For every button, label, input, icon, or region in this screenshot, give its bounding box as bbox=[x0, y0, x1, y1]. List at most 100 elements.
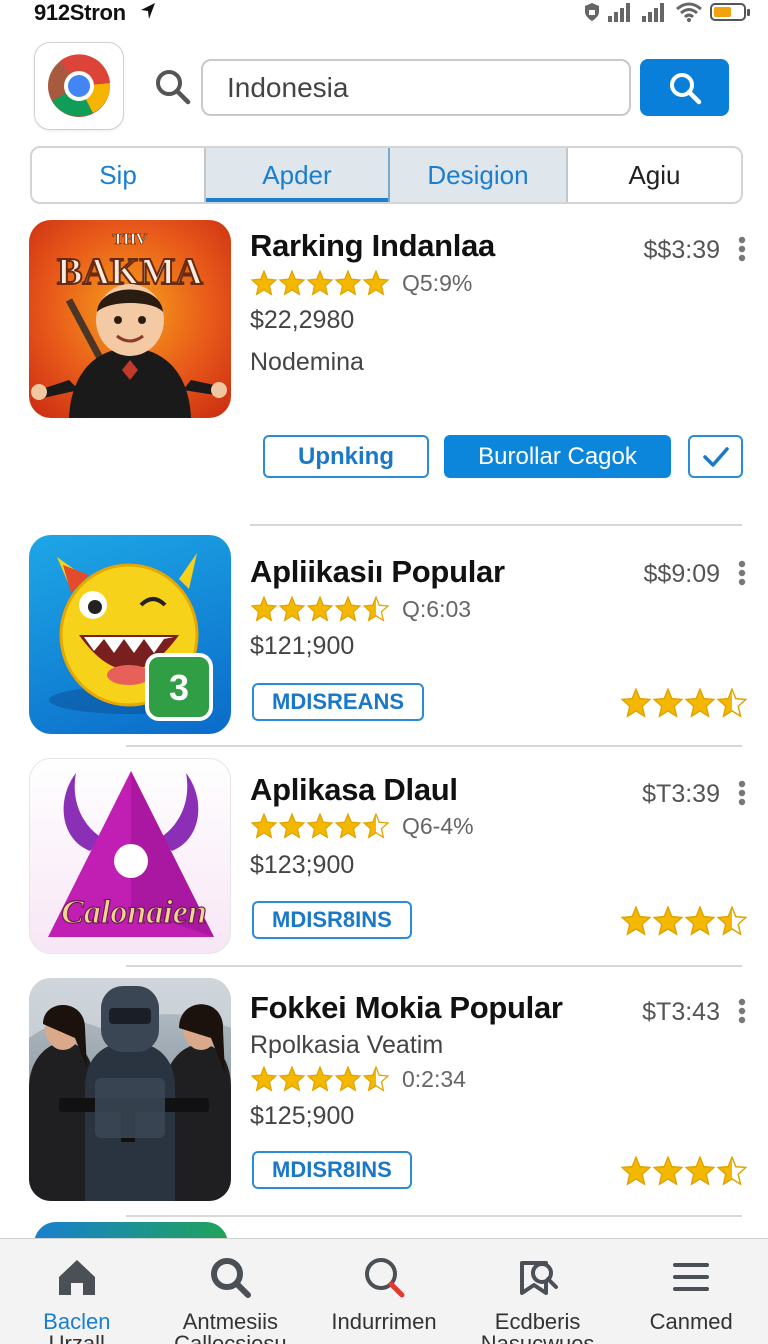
secondary-rating-stars bbox=[620, 906, 748, 936]
secondary-rating bbox=[620, 1156, 748, 1186]
search-red-icon bbox=[364, 1258, 405, 1298]
star-icon bbox=[652, 688, 684, 718]
nav-sublabel: Callecsiesu bbox=[174, 1331, 287, 1344]
star-icon bbox=[306, 813, 334, 839]
nav-item-search[interactable]: Antmesiis Callecsiesu bbox=[154, 1239, 308, 1344]
horned-triangle-logo: Calonaien bbox=[48, 771, 214, 937]
star-icon bbox=[306, 1066, 334, 1092]
star-icon bbox=[334, 270, 362, 296]
nav-sublabel: Urzall bbox=[48, 1331, 105, 1344]
secondary-rating-stars bbox=[620, 688, 748, 718]
app-tag[interactable]: MDISR8INS bbox=[252, 901, 412, 939]
app-price: $T3:43 bbox=[642, 998, 720, 1026]
nav-item-home[interactable]: Baclen Urzall bbox=[0, 1239, 154, 1344]
app-title[interactable]: Fokkei Mokia Popular bbox=[250, 990, 563, 1026]
status-icons bbox=[584, 0, 750, 24]
rating: Q:6:03 bbox=[250, 596, 471, 622]
secondary-rating-stars bbox=[620, 1156, 748, 1186]
rating-stars bbox=[250, 813, 390, 839]
search-input[interactable] bbox=[201, 59, 631, 116]
app-amount: $125;900 bbox=[250, 1102, 355, 1130]
star-icon bbox=[334, 596, 362, 622]
signal-icon-2 bbox=[642, 3, 664, 22]
more-vertical-icon[interactable] bbox=[738, 998, 746, 1024]
divider bbox=[126, 965, 742, 967]
tab-agiu[interactable]: Agiu bbox=[568, 148, 741, 202]
nav-item-menu[interactable]: Canmed bbox=[614, 1239, 768, 1344]
divider bbox=[126, 745, 742, 747]
rating-stars bbox=[250, 596, 390, 622]
app-thumbnail[interactable]: Calonaien bbox=[29, 758, 231, 954]
rating-text: Q6-4% bbox=[402, 812, 474, 839]
more-vertical-icon[interactable] bbox=[738, 236, 746, 262]
soldiers-illustration bbox=[29, 978, 231, 1201]
more-vertical-icon[interactable] bbox=[738, 560, 746, 586]
tab-desigion[interactable]: Desigion bbox=[388, 148, 568, 202]
search-icon[interactable] bbox=[154, 68, 192, 106]
browser-app-icon[interactable] bbox=[34, 42, 124, 130]
nav-item-saved[interactable]: Ecdberis Nasucwues bbox=[461, 1239, 615, 1344]
star-icon bbox=[306, 270, 334, 296]
app-price: $T3:39 bbox=[642, 780, 720, 808]
app-thumbnail[interactable]: THV BAKMA bbox=[29, 220, 231, 418]
star-icon bbox=[306, 596, 334, 622]
checkbox[interactable] bbox=[688, 435, 743, 478]
burollar-cagok-button[interactable]: Burollar Cagok bbox=[444, 435, 671, 478]
category-tabs: Sip Apder Desigion Agiu bbox=[30, 146, 743, 204]
chrome-logo-icon bbox=[47, 54, 111, 117]
nav-sublabel: Nasucwues bbox=[480, 1331, 595, 1344]
app-subtitle: Nodemina bbox=[250, 348, 364, 376]
star-icon bbox=[620, 1156, 652, 1186]
app-tag[interactable]: MDISR8INS bbox=[252, 1151, 412, 1189]
rating-stars bbox=[250, 270, 390, 296]
app-thumbnail[interactable] bbox=[29, 978, 231, 1201]
divider bbox=[250, 524, 742, 526]
star-icon bbox=[652, 906, 684, 936]
star-icon bbox=[250, 270, 278, 296]
search-icon bbox=[211, 1258, 252, 1298]
app-tag[interactable]: MDISREANS bbox=[252, 683, 425, 721]
tab-apder[interactable]: Apder bbox=[204, 148, 388, 202]
star-icon bbox=[334, 1066, 362, 1092]
star-icon bbox=[334, 813, 362, 839]
home-icon bbox=[58, 1260, 95, 1295]
app-thumbnail[interactable]: 3 bbox=[29, 535, 231, 734]
search-icon bbox=[669, 72, 701, 104]
thumb-badge: 3 bbox=[169, 667, 189, 708]
star-icon bbox=[684, 906, 716, 936]
upnking-button[interactable]: Upnking bbox=[263, 435, 429, 478]
nav-label: Indurrimen bbox=[331, 1309, 437, 1334]
app-amount: $121;900 bbox=[250, 632, 355, 660]
app-amount: $123;900 bbox=[250, 851, 355, 879]
star-icon bbox=[652, 1156, 684, 1186]
battery-fill bbox=[714, 7, 731, 17]
star-icon bbox=[716, 688, 748, 718]
rating: 0:2:34 bbox=[250, 1066, 466, 1092]
character-illustration: THV BAKMA bbox=[31, 231, 227, 418]
star-icon bbox=[362, 1066, 390, 1092]
app-title[interactable]: Aplikasa Dlaul bbox=[250, 772, 458, 808]
star-icon bbox=[362, 813, 390, 839]
star-icon bbox=[250, 596, 278, 622]
star-icon bbox=[716, 906, 748, 936]
star-icon bbox=[278, 813, 306, 839]
app-title[interactable]: Apliikasiı Popular bbox=[250, 554, 505, 590]
search-button[interactable] bbox=[640, 59, 729, 116]
app-title[interactable]: Rarking Indanlaa bbox=[250, 228, 495, 264]
rating-stars bbox=[250, 1066, 390, 1092]
tab-sip[interactable]: Sip bbox=[32, 148, 204, 202]
rating-text: Q:6:03 bbox=[402, 595, 472, 622]
rating: Q6-4% bbox=[250, 813, 474, 839]
thumb-script-text: Calonaien bbox=[61, 894, 206, 931]
star-icon bbox=[250, 813, 278, 839]
thumb-prefix: THV bbox=[113, 231, 148, 248]
app-subtitle: Rpolkasia Veatim bbox=[250, 1031, 444, 1059]
nav-item-discover[interactable]: Indurrimen bbox=[307, 1239, 461, 1344]
app-price: $$3:39 bbox=[643, 236, 720, 264]
more-vertical-icon[interactable] bbox=[738, 780, 746, 806]
monster-illustration: 3 bbox=[49, 553, 213, 721]
star-icon bbox=[278, 270, 306, 296]
secondary-rating bbox=[620, 906, 748, 936]
nav-label: Canmed bbox=[649, 1309, 733, 1334]
rating: Q5:9% bbox=[250, 270, 472, 296]
